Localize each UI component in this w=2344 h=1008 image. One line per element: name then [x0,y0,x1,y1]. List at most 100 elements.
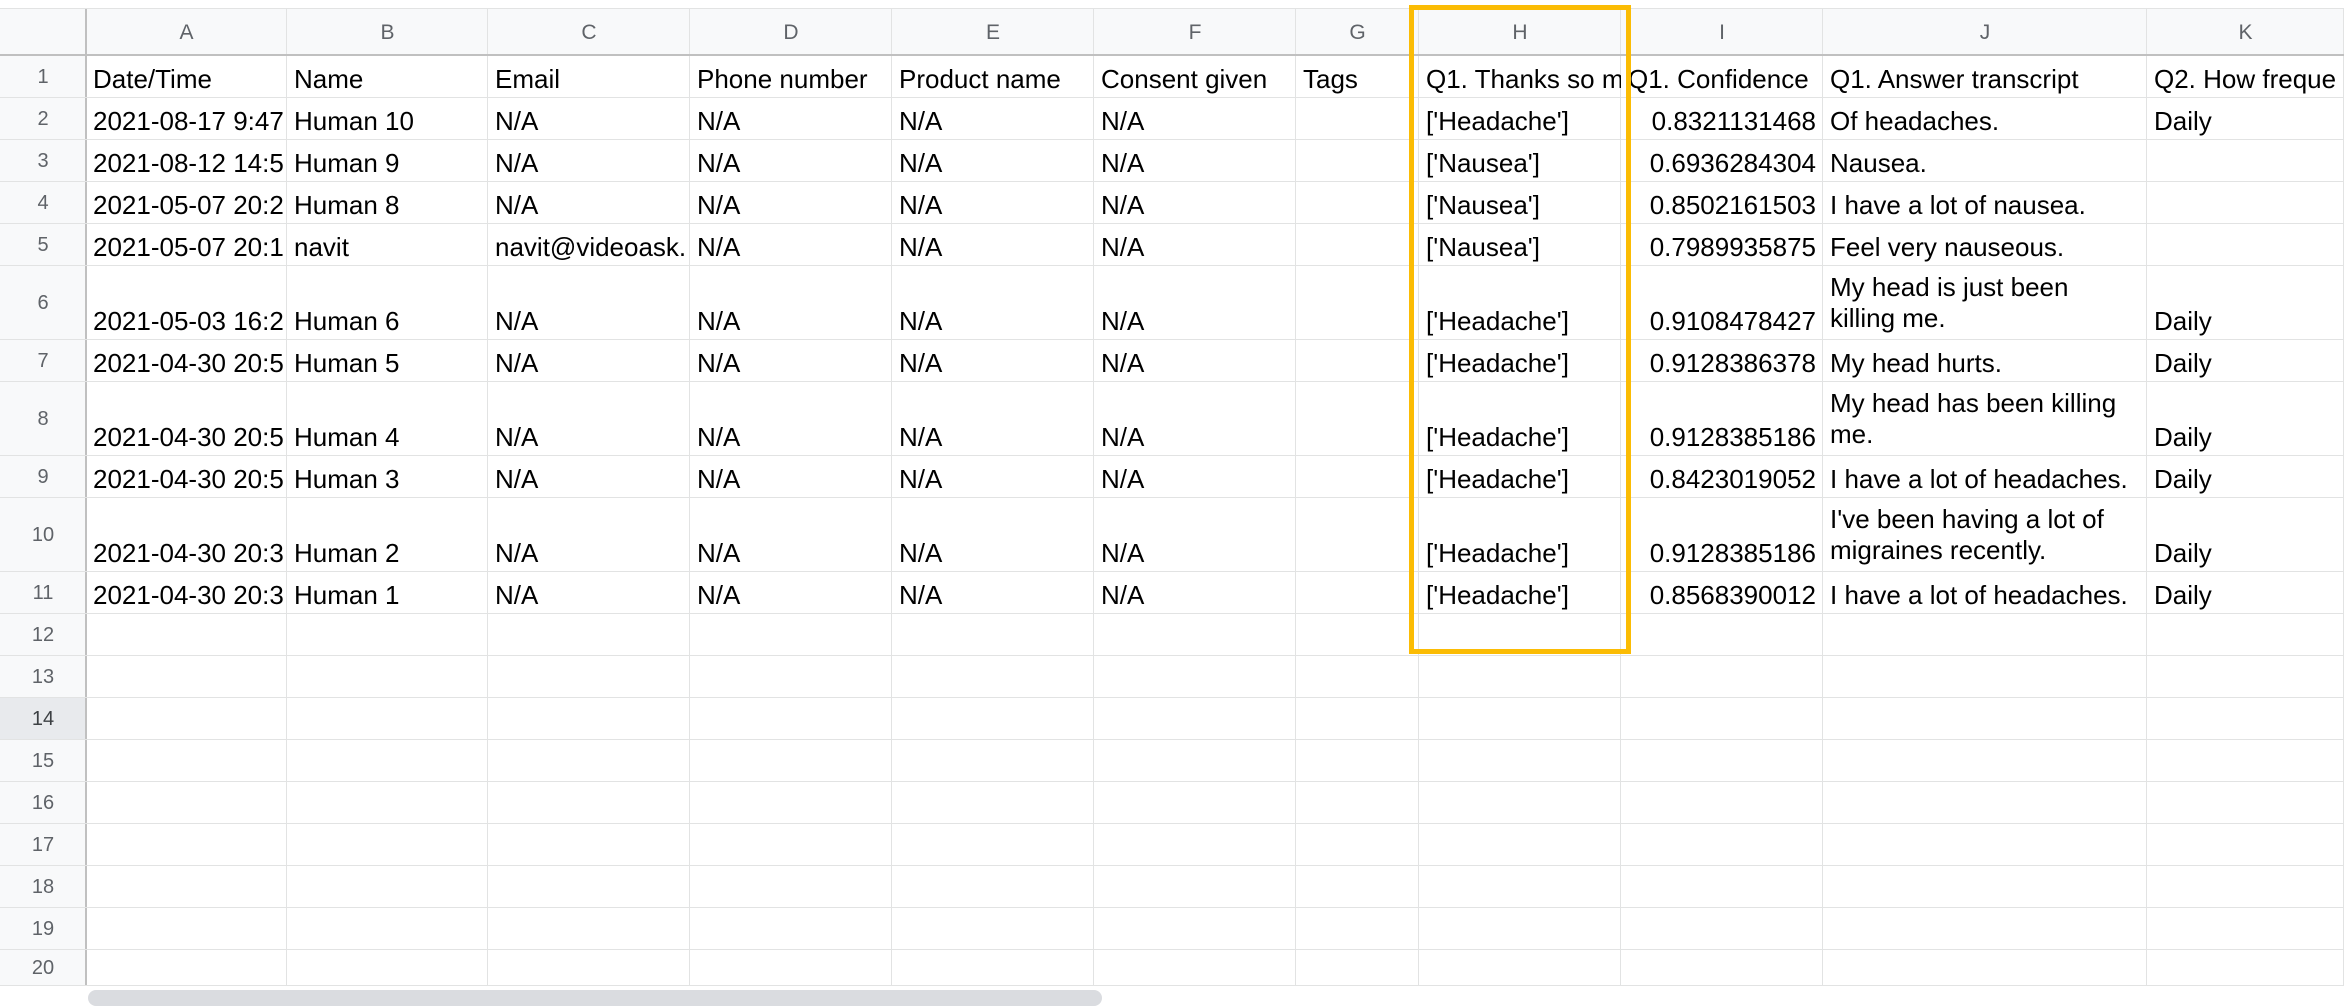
column-header-k[interactable]: K [2147,9,2344,56]
cell-b5[interactable]: navit [287,224,488,266]
cell-i6[interactable]: 0.9108478427 [1621,266,1823,340]
cell-i7[interactable]: 0.9128386378 [1621,340,1823,382]
cell-b6[interactable]: Human 6 [287,266,488,340]
cell-k8[interactable]: Daily [2147,382,2344,456]
column-header-d[interactable]: D [690,9,892,56]
cell-e5[interactable]: N/A [892,224,1094,266]
cell-e10[interactable]: N/A [892,498,1094,572]
cell-b2[interactable]: Human 10 [287,98,488,140]
cell-j3[interactable]: Nausea. [1823,140,2147,182]
column-header-b[interactable]: B [287,9,488,56]
row-header-4[interactable]: 4 [0,182,86,224]
cell-a10[interactable]: 2021-04-30 20:3 [86,498,287,572]
cell-k1[interactable]: Q2. How freque [2147,56,2344,98]
cell-b4[interactable]: Human 8 [287,182,488,224]
cell-j8[interactable]: My head has been killing me. [1823,382,2147,456]
cell-j10[interactable]: I've been having a lot of migraines rece… [1823,498,2147,572]
cell-e7[interactable]: N/A [892,340,1094,382]
cell-b8[interactable]: Human 4 [287,382,488,456]
cell-i8[interactable]: 0.9128385186 [1621,382,1823,456]
cell-e3[interactable]: N/A [892,140,1094,182]
cell-f10[interactable]: N/A [1094,498,1296,572]
row-header-7[interactable]: 7 [0,340,86,382]
cell-b9[interactable]: Human 3 [287,456,488,498]
cell-e2[interactable]: N/A [892,98,1094,140]
cell-f6[interactable]: N/A [1094,266,1296,340]
cell-j9[interactable]: I have a lot of headaches. [1823,456,2147,498]
cell-a3[interactable]: 2021-08-12 14:5 [86,140,287,182]
column-header-j[interactable]: J [1823,9,2147,56]
cell-i3[interactable]: 0.6936284304 [1621,140,1823,182]
cell-j2[interactable]: Of headaches. [1823,98,2147,140]
cell-a11[interactable]: 2021-04-30 20:3 [86,572,287,614]
cell-a8[interactable]: 2021-04-30 20:5 [86,382,287,456]
row-header-16[interactable]: 16 [0,782,86,824]
column-header-f[interactable]: F [1094,9,1296,56]
cell-j1[interactable]: Q1. Answer transcript [1823,56,2147,98]
cell-d1[interactable]: Phone number [690,56,892,98]
row-header-10[interactable]: 10 [0,498,86,572]
cell-c5[interactable]: navit@videoask. [488,224,690,266]
horizontal-scrollbar-thumb[interactable] [88,990,1102,1006]
row-header-19[interactable]: 19 [0,908,86,950]
cell-f1[interactable]: Consent given [1094,56,1296,98]
cell-c10[interactable]: N/A [488,498,690,572]
cell-f4[interactable]: N/A [1094,182,1296,224]
column-header-i[interactable]: I [1621,9,1823,56]
cell-c6[interactable]: N/A [488,266,690,340]
cell-e8[interactable]: N/A [892,382,1094,456]
cell-d11[interactable]: N/A [690,572,892,614]
cell-b7[interactable]: Human 5 [287,340,488,382]
cell-c2[interactable]: N/A [488,98,690,140]
cell-e9[interactable]: N/A [892,456,1094,498]
cell-d6[interactable]: N/A [690,266,892,340]
cell-i10[interactable]: 0.9128385186 [1621,498,1823,572]
cell-f11[interactable]: N/A [1094,572,1296,614]
cell-d2[interactable]: N/A [690,98,892,140]
row-header-18[interactable]: 18 [0,866,86,908]
column-header-e[interactable]: E [892,9,1094,56]
cell-f9[interactable]: N/A [1094,456,1296,498]
cell-f5[interactable]: N/A [1094,224,1296,266]
cell-j5[interactable]: Feel very nauseous. [1823,224,2147,266]
cell-c3[interactable]: N/A [488,140,690,182]
cell-d8[interactable]: N/A [690,382,892,456]
cell-k6[interactable]: Daily [2147,266,2344,340]
cell-a2[interactable]: 2021-08-17 9:47 [86,98,287,140]
row-header-1[interactable]: 1 [0,56,86,98]
cell-e11[interactable]: N/A [892,572,1094,614]
cell-a4[interactable]: 2021-05-07 20:2 [86,182,287,224]
cell-i9[interactable]: 0.8423019052 [1621,456,1823,498]
row-header-15[interactable]: 15 [0,740,86,782]
cell-i5[interactable]: 0.7989935875 [1621,224,1823,266]
cell-c7[interactable]: N/A [488,340,690,382]
cell-k9[interactable]: Daily [2147,456,2344,498]
cell-b1[interactable]: Name [287,56,488,98]
row-header-2[interactable]: 2 [0,98,86,140]
cell-f8[interactable]: N/A [1094,382,1296,456]
cell-b11[interactable]: Human 1 [287,572,488,614]
column-header-c[interactable]: C [488,9,690,56]
cell-k7[interactable]: Daily [2147,340,2344,382]
cell-f2[interactable]: N/A [1094,98,1296,140]
row-header-5[interactable]: 5 [0,224,86,266]
cell-e6[interactable]: N/A [892,266,1094,340]
row-header-3[interactable]: 3 [0,140,86,182]
cell-d5[interactable]: N/A [690,224,892,266]
cell-a1[interactable]: Date/Time [86,56,287,98]
cell-b10[interactable]: Human 2 [287,498,488,572]
row-header-11[interactable]: 11 [0,572,86,614]
cell-j7[interactable]: My head hurts. [1823,340,2147,382]
cell-k2[interactable]: Daily [2147,98,2344,140]
cell-f3[interactable]: N/A [1094,140,1296,182]
cell-i2[interactable]: 0.8321131468 [1621,98,1823,140]
cell-a5[interactable]: 2021-05-07 20:1 [86,224,287,266]
cell-k11[interactable]: Daily [2147,572,2344,614]
cell-d9[interactable]: N/A [690,456,892,498]
row-header-6[interactable]: 6 [0,266,86,340]
row-header-12[interactable]: 12 [0,614,86,656]
cell-j4[interactable]: I have a lot of nausea. [1823,182,2147,224]
row-header-9[interactable]: 9 [0,456,86,498]
row-header-14[interactable]: 14 [0,698,86,740]
cell-d3[interactable]: N/A [690,140,892,182]
